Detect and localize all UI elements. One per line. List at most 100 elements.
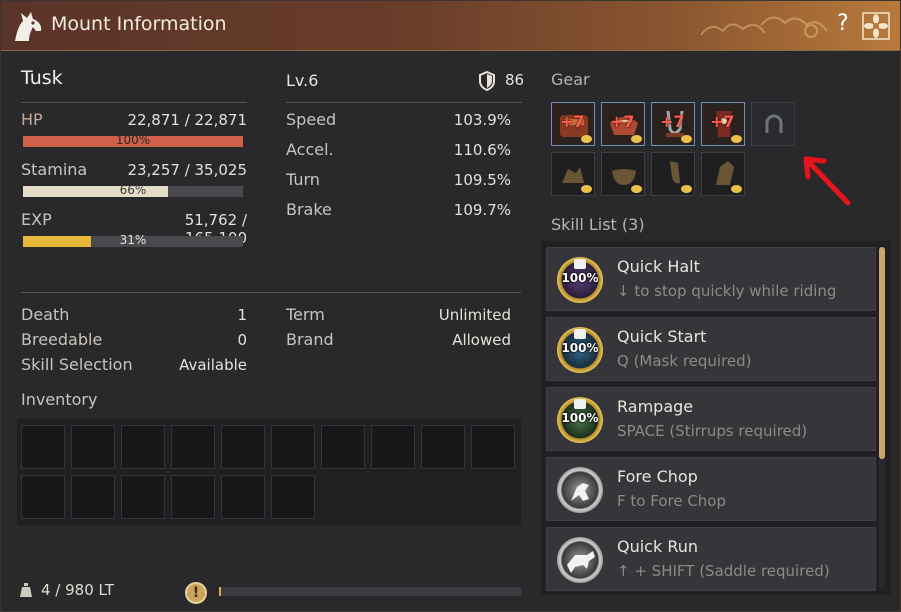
- annotation-arrow: [803, 156, 851, 206]
- window-title: Mount Information: [51, 13, 227, 35]
- cosmetic-slot-saddle[interactable]: [601, 152, 645, 196]
- warning-icon[interactable]: !: [185, 582, 207, 604]
- inventory-slot[interactable]: [171, 425, 215, 469]
- skill-name: Quick Start: [617, 327, 707, 346]
- weight-icon: [20, 583, 32, 597]
- enhancement-label: +7: [610, 112, 635, 131]
- hp-bar: 100%: [23, 133, 243, 147]
- inventory-slot[interactable]: [71, 425, 115, 469]
- accel-value: 110.6%: [453, 141, 511, 159]
- fore-chop-icon: [557, 467, 603, 513]
- lock-icon: [574, 329, 586, 339]
- death-value: 1: [237, 306, 247, 324]
- inventory-slot[interactable]: [471, 425, 515, 469]
- stamina-bar-percent: 66%: [119, 183, 147, 197]
- inventory-slot[interactable]: [321, 425, 365, 469]
- skill-selection-value: Available: [179, 356, 247, 374]
- skill-item[interactable]: Quick Run ↑ + SHIFT (Saddle required): [546, 527, 876, 591]
- skill-description: F to Fore Chop: [617, 492, 727, 510]
- brand-value: Allowed: [452, 331, 511, 349]
- inventory-slot[interactable]: [221, 425, 265, 469]
- visibility-eye-icon[interactable]: [731, 135, 742, 143]
- flower-settings-icon[interactable]: [862, 12, 890, 40]
- skill-scrollbar-thumb[interactable]: [879, 247, 885, 459]
- visibility-eye-icon[interactable]: [731, 185, 742, 193]
- horse-running-icon: [567, 551, 595, 573]
- brake-value: 109.7%: [453, 201, 511, 219]
- speed-label: Speed: [286, 110, 337, 129]
- enhancement-label: +7: [560, 112, 585, 131]
- skill-item[interactable]: 100% Rampage SPACE (Stirrups required): [546, 387, 876, 451]
- exp-label: EXP: [21, 210, 52, 229]
- skill-name: Quick Run: [617, 537, 699, 556]
- inventory-grid: [17, 419, 521, 525]
- lock-icon: [574, 399, 586, 409]
- inventory-slot[interactable]: [121, 475, 165, 519]
- gear-slot-horseshoe[interactable]: [751, 102, 795, 146]
- cosmetic-slot-barding[interactable]: [551, 152, 595, 196]
- defense-value: 86: [505, 71, 525, 89]
- inventory-slot[interactable]: [21, 475, 65, 519]
- horseshoe-icon: [765, 114, 783, 133]
- cosmetic-slot-mask[interactable]: [701, 152, 745, 196]
- gear-slot-saddle[interactable]: +7: [601, 102, 645, 146]
- skill-description: ↓ to stop quickly while riding: [617, 282, 837, 300]
- inventory-slot[interactable]: [421, 425, 465, 469]
- skill-selection-label: Skill Selection: [21, 355, 133, 374]
- visibility-eye-icon[interactable]: [581, 135, 592, 143]
- help-button[interactable]: ?: [837, 11, 849, 36]
- divider: [21, 102, 247, 103]
- enhancement-label: +7: [660, 112, 685, 131]
- visibility-eye-icon[interactable]: [581, 185, 592, 193]
- breedable-label: Breedable: [21, 330, 103, 349]
- skill-list-title: Skill List (3): [551, 215, 645, 234]
- brand-label: Brand: [286, 330, 334, 349]
- enhancement-label: +7: [710, 112, 735, 131]
- hp-bar-percent: 100%: [115, 133, 151, 147]
- mount-level: Lv.6: [286, 71, 319, 90]
- hp-label: HP: [21, 110, 43, 129]
- accel-label: Accel.: [286, 140, 334, 159]
- visibility-eye-icon[interactable]: [681, 185, 692, 193]
- skill-description: SPACE (Stirrups required): [617, 422, 808, 440]
- gear-title: Gear: [551, 70, 590, 89]
- skill-percent: 100%: [561, 341, 599, 355]
- mount-name: Tusk: [21, 67, 63, 89]
- brake-label: Brake: [286, 200, 332, 219]
- skill-name: Rampage: [617, 397, 694, 416]
- cosmetic-slot-stirrups[interactable]: [651, 152, 695, 196]
- horse-head-icon: [15, 12, 42, 41]
- inventory-slot[interactable]: [271, 425, 315, 469]
- skill-percent: 100%: [561, 271, 599, 285]
- gear-slot-stirrups[interactable]: +7: [651, 102, 695, 146]
- gear-slot-mask[interactable]: +7: [701, 102, 745, 146]
- visibility-eye-icon[interactable]: [681, 135, 692, 143]
- inventory-slot[interactable]: [71, 475, 115, 519]
- inventory-slot[interactable]: [171, 475, 215, 519]
- horse-rearing-icon: [571, 483, 589, 501]
- hp-value: 22,871 / 22,871: [127, 111, 247, 129]
- gear-slot-barding[interactable]: +7: [551, 102, 595, 146]
- inventory-slot[interactable]: [221, 475, 265, 519]
- skill-name: Quick Halt: [617, 257, 700, 276]
- visibility-eye-icon[interactable]: [631, 135, 642, 143]
- inventory-slot[interactable]: [371, 425, 415, 469]
- inventory-slot[interactable]: [21, 425, 65, 469]
- visibility-eye-icon[interactable]: [631, 185, 642, 193]
- title-bar[interactable]: Mount Information ?: [1, 1, 900, 51]
- turn-value: 109.5%: [453, 171, 511, 189]
- cloud-ornament: [700, 16, 828, 38]
- mount-information-window: Mount Information ? Tusk Lv.6 86 HP 22,8…: [0, 0, 901, 612]
- term-label: Term: [286, 305, 325, 324]
- skill-item[interactable]: Fore Chop F to Fore Chop: [546, 457, 876, 521]
- inventory-slot[interactable]: [271, 475, 315, 519]
- skill-item[interactable]: 100% Quick Halt ↓ to stop quickly while …: [546, 247, 876, 311]
- divider: [286, 102, 522, 103]
- exp-bar: 31%: [23, 233, 243, 247]
- skill-item[interactable]: 100% Quick Start Q (Mask required): [546, 317, 876, 381]
- skill-percent: 100%: [561, 411, 599, 425]
- lock-icon: [574, 259, 586, 269]
- skill-description: ↑ + SHIFT (Saddle required): [617, 562, 830, 580]
- inventory-slot[interactable]: [121, 425, 165, 469]
- stamina-label: Stamina: [21, 160, 88, 179]
